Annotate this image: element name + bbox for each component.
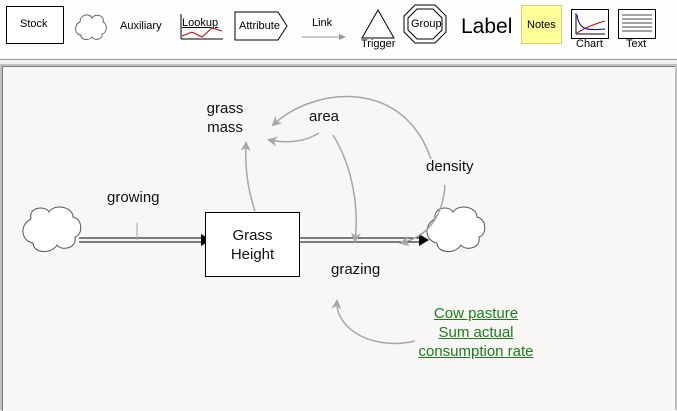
attribute-tool-label: Attribute <box>239 20 280 32</box>
grass-height-stock[interactable]: Grass Height <box>205 212 300 277</box>
link-arrow-icon <box>302 34 346 40</box>
text-tool[interactable]: Text <box>617 9 657 51</box>
cow-pasture-note-link[interactable]: Cow pasture Sum actual consumption rate <box>411 304 541 361</box>
link-note-to-grazing[interactable] <box>331 299 416 345</box>
lookup-tool[interactable]: Lookup <box>180 10 224 42</box>
attribute-tool[interactable]: Attribute <box>234 11 288 41</box>
note-line1: Cow pasture <box>433 305 519 322</box>
chart-tool[interactable]: Chart <box>570 9 610 51</box>
link-tool[interactable]: Link <box>300 14 348 44</box>
notes-tool-label: Notes <box>527 19 556 31</box>
stock-tool-label: Stock <box>20 18 48 30</box>
trigger-tool-label: Trigger <box>361 38 396 50</box>
group-tool-label: Group <box>411 18 442 30</box>
grass-mass-label-line2: mass <box>207 119 243 136</box>
stock-tool[interactable]: Stock <box>6 6 64 44</box>
toolbar: Stock Auxiliary Lookup Attribute Link Tr… <box>0 0 677 58</box>
label-tool[interactable]: Label <box>458 12 518 42</box>
cloud-icon <box>75 14 107 40</box>
link-stock-to-grass-mass[interactable] <box>240 141 256 212</box>
auxiliary-tool-label: Auxiliary <box>120 20 162 32</box>
note-line3: consumption rate <box>418 343 534 360</box>
notes-tool[interactable]: Notes <box>521 5 562 44</box>
trigger-tool[interactable]: Trigger <box>358 8 398 52</box>
grass-height-label-line1: Grass <box>232 226 273 244</box>
label-tool-label: Label <box>461 15 513 38</box>
auxiliary-tool[interactable]: Auxiliary <box>115 14 169 38</box>
area-variable[interactable]: area <box>309 107 339 126</box>
chart-icon <box>571 9 609 39</box>
text-box-icon <box>618 9 656 39</box>
link-area-to-grass-mass[interactable] <box>267 132 320 147</box>
grass-mass-label-line1: grass <box>206 100 244 117</box>
density-variable[interactable]: density <box>426 157 474 176</box>
model-canvas[interactable]: Grass Height grass mass area density gro… <box>2 66 675 411</box>
growing-flow-label[interactable]: growing <box>107 188 160 207</box>
lookup-tool-label: Lookup <box>182 17 219 29</box>
grazing-flow-label[interactable]: grazing <box>331 260 380 279</box>
chart-tool-label: Chart <box>576 38 603 50</box>
text-tool-label: Text <box>626 38 647 50</box>
growing-flow-pipe[interactable] <box>79 223 211 246</box>
toolbar-separator <box>0 59 677 60</box>
link-area-to-grazing[interactable] <box>332 134 361 243</box>
link-density-to-grass-mass[interactable] <box>271 95 432 160</box>
group-tool[interactable]: Group <box>403 4 447 44</box>
sink-cloud-icon[interactable] <box>426 206 486 252</box>
cloud-tool[interactable] <box>72 10 108 42</box>
grass-mass-variable[interactable]: grass mass <box>201 99 249 137</box>
note-line2: Sum actual <box>438 324 514 341</box>
grass-height-label-line2: Height <box>230 245 275 263</box>
source-cloud-icon[interactable] <box>22 206 82 252</box>
